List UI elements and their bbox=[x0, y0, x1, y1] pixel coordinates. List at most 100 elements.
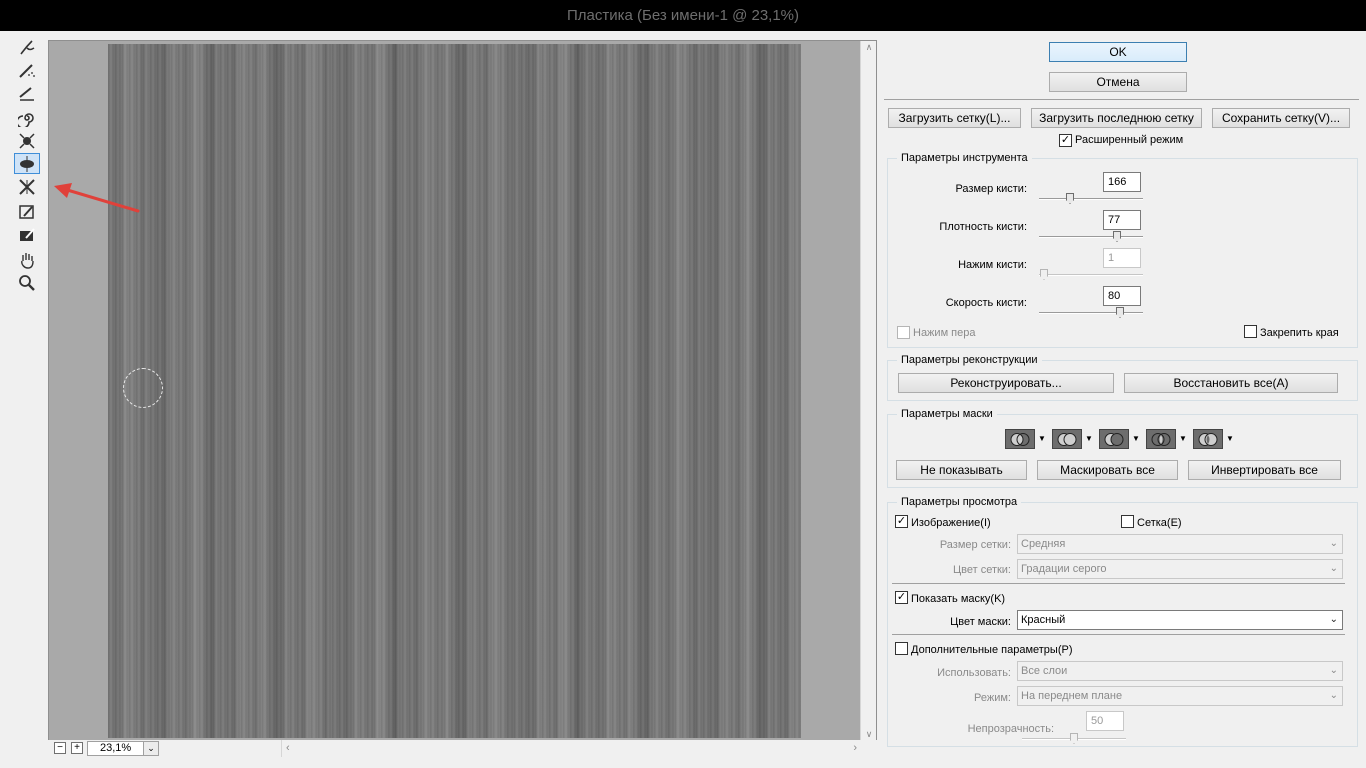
advanced-mode-label: Расширенный режим bbox=[1075, 134, 1184, 146]
subtract-from-selection-button[interactable]: ▼ bbox=[1099, 429, 1140, 449]
image-preview[interactable] bbox=[108, 44, 801, 738]
brush-size-slider[interactable] bbox=[1039, 193, 1143, 204]
replace-selection-button[interactable]: ▼ bbox=[1005, 429, 1046, 449]
mesh-color-label: Цвет сетки: bbox=[952, 564, 1011, 576]
divider bbox=[892, 634, 1345, 635]
show-mesh-checkbox[interactable] bbox=[1121, 515, 1134, 528]
freeze-mask-tool[interactable] bbox=[14, 201, 40, 222]
mesh-size-label: Размер сетки: bbox=[939, 539, 1011, 551]
scroll-right-icon[interactable]: › bbox=[853, 742, 857, 754]
view-options-title: Параметры просмотра bbox=[897, 496, 1022, 508]
mesh-size-value: Средняя bbox=[1021, 538, 1066, 550]
brush-size-label: Размер кисти: bbox=[955, 183, 1027, 195]
smooth-tool[interactable] bbox=[14, 82, 40, 103]
brush-size-input[interactable]: 166 bbox=[1103, 172, 1141, 192]
mesh-size-select: Средняя ⌄ bbox=[1017, 534, 1343, 554]
show-image-label: Изображение(I) bbox=[911, 517, 991, 529]
invert-selection-icon bbox=[1198, 433, 1218, 446]
hand-icon bbox=[21, 252, 34, 269]
invert-selection-button[interactable]: ▼ bbox=[1193, 429, 1234, 449]
show-backdrop-label: Дополнительные параметры(P) bbox=[911, 644, 1073, 656]
ok-button[interactable]: OK bbox=[1049, 42, 1187, 62]
stylus-pressure-checkbox bbox=[897, 326, 910, 339]
show-mask-checkbox[interactable]: ✓ bbox=[895, 591, 908, 604]
show-backdrop-checkbox[interactable] bbox=[895, 642, 908, 655]
use-label: Использовать: bbox=[937, 667, 1011, 679]
mesh-color-value: Градации серого bbox=[1021, 563, 1107, 575]
vertical-scrollbar[interactable]: ∧ ∨ bbox=[860, 41, 876, 740]
mask-color-value: Красный bbox=[1021, 614, 1066, 626]
twirl-tool[interactable] bbox=[14, 107, 40, 128]
push-left-tool[interactable] bbox=[14, 176, 40, 197]
mesh-color-select: Градации серого ⌄ bbox=[1017, 559, 1343, 579]
save-mesh-button[interactable]: Сохранить сетку(V)... bbox=[1212, 108, 1350, 128]
show-mesh-label: Сетка(E) bbox=[1137, 517, 1182, 529]
push-left-icon bbox=[19, 178, 35, 195]
mask-options-title: Параметры маски bbox=[897, 408, 997, 420]
add-to-selection-button[interactable]: ▼ bbox=[1052, 429, 1093, 449]
reconstruct-button[interactable]: Реконструировать... bbox=[898, 373, 1114, 393]
opacity-label: Непрозрачность: bbox=[967, 723, 1054, 735]
zoom-tool[interactable] bbox=[14, 272, 40, 293]
stylus-pressure-label: Нажим пера bbox=[913, 327, 976, 339]
chevron-down-icon: ⌄ bbox=[1329, 563, 1338, 574]
scroll-up-icon[interactable]: ∧ bbox=[864, 42, 874, 52]
zoom-out-button[interactable]: − bbox=[54, 742, 66, 754]
mode-select: На переднем плане ⌄ bbox=[1017, 686, 1343, 706]
zoom-in-button[interactable]: + bbox=[71, 742, 83, 754]
chevron-down-icon: ⌄ bbox=[1329, 665, 1338, 676]
restore-all-button[interactable]: Восстановить все(A) bbox=[1124, 373, 1338, 393]
mask-all-button[interactable]: Маскировать все bbox=[1037, 460, 1178, 480]
tool-options-title: Параметры инструмента bbox=[897, 152, 1032, 164]
horizontal-scrollbar[interactable]: ‹ › bbox=[281, 740, 877, 757]
brush-density-label: Плотность кисти: bbox=[939, 221, 1027, 233]
brush-rate-slider[interactable] bbox=[1039, 307, 1143, 318]
mask-color-select[interactable]: Красный ⌄ bbox=[1017, 610, 1343, 630]
reconstruct-options-group: Параметры реконструкции Реконструировать… bbox=[887, 354, 1358, 401]
mask-mode-buttons: ▼ ▼ ▼ ▼ ▼ bbox=[1005, 429, 1245, 449]
forward-warp-tool[interactable] bbox=[14, 36, 40, 57]
load-mesh-button[interactable]: Загрузить сетку(L)... bbox=[888, 108, 1021, 128]
slider-thumb[interactable] bbox=[1066, 193, 1074, 204]
chevron-down-icon: ⌄ bbox=[1329, 614, 1338, 625]
brush-density-slider[interactable] bbox=[1039, 231, 1143, 242]
thaw-mask-tool[interactable] bbox=[14, 224, 40, 245]
show-image-checkbox[interactable]: ✓ bbox=[895, 515, 908, 528]
load-last-mesh-button[interactable]: Загрузить последнюю сетку bbox=[1031, 108, 1202, 128]
bloat-tool[interactable] bbox=[14, 153, 40, 174]
slider-thumb bbox=[1070, 733, 1078, 744]
smooth-icon bbox=[19, 86, 34, 101]
pucker-tool[interactable] bbox=[14, 130, 40, 151]
scroll-down-icon[interactable]: ∨ bbox=[864, 729, 874, 739]
reconstruct-tool[interactable] bbox=[14, 59, 40, 80]
forward-warp-icon bbox=[20, 39, 35, 54]
slider-thumb[interactable] bbox=[1113, 231, 1121, 242]
chevron-down-icon: ▼ bbox=[1132, 434, 1140, 443]
mode-value: На переднем плане bbox=[1021, 690, 1123, 702]
brush-rate-input[interactable]: 80 bbox=[1103, 286, 1141, 306]
cancel-button[interactable]: Отмена bbox=[1049, 72, 1187, 92]
brush-density-input[interactable]: 77 bbox=[1103, 210, 1141, 230]
zoom-dropdown-icon[interactable]: ⌄ bbox=[143, 741, 159, 756]
advanced-mode-checkbox[interactable]: ✓ bbox=[1059, 134, 1072, 147]
preview-canvas[interactable]: ∧ ∨ bbox=[48, 40, 877, 757]
canvas-background bbox=[49, 41, 861, 740]
intersect-selection-button[interactable]: ▼ bbox=[1146, 429, 1187, 449]
subtract-from-selection-icon bbox=[1104, 433, 1124, 446]
invert-all-button[interactable]: Инвертировать все bbox=[1188, 460, 1341, 480]
pin-edges-checkbox[interactable] bbox=[1244, 325, 1257, 338]
use-select: Все слои ⌄ bbox=[1017, 661, 1343, 681]
divider bbox=[884, 99, 1359, 100]
opacity-slider bbox=[1022, 733, 1126, 744]
zoom-bar: − + 23,1% ⌄ ‹ › bbox=[48, 740, 877, 757]
chevron-down-icon: ▼ bbox=[1085, 434, 1093, 443]
window-title: Пластика (Без имени-1 @ 23,1%) bbox=[0, 0, 1366, 31]
slider-thumb[interactable] bbox=[1116, 307, 1124, 318]
mask-none-button[interactable]: Не показывать bbox=[896, 460, 1027, 480]
slider-thumb bbox=[1040, 269, 1048, 280]
reconstruct-options-title: Параметры реконструкции bbox=[897, 354, 1042, 366]
hand-tool[interactable] bbox=[14, 249, 40, 270]
reconstruct-icon bbox=[19, 63, 35, 78]
scroll-left-icon[interactable]: ‹ bbox=[286, 742, 290, 754]
annotation-arrow bbox=[54, 183, 140, 213]
